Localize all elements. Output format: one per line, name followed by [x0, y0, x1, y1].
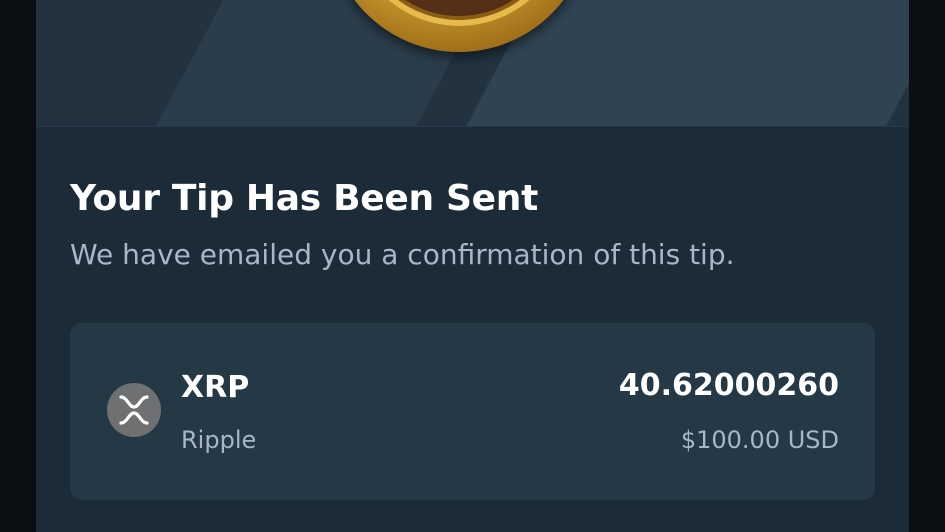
- confirmation-message: We have emailed you a confirmation of th…: [70, 238, 735, 271]
- confirmation-title: Your Tip Has Been Sent: [70, 178, 539, 219]
- hero-banner: [36, 0, 909, 126]
- asset-name: Ripple: [181, 426, 257, 454]
- tip-summary-card: XRP Ripple 40.62000260 $100.00 USD: [70, 323, 875, 500]
- coin-face: [350, 0, 568, 26]
- asset-symbol: XRP: [181, 370, 250, 405]
- tip-amount-usd: $100.00 USD: [680, 426, 839, 454]
- tip-amount: 40.62000260: [618, 368, 839, 403]
- tip-confirmation-screen: Your Tip Has Been Sent We have emailed y…: [36, 0, 909, 532]
- divider: [36, 126, 909, 127]
- xrp-icon: [107, 383, 161, 437]
